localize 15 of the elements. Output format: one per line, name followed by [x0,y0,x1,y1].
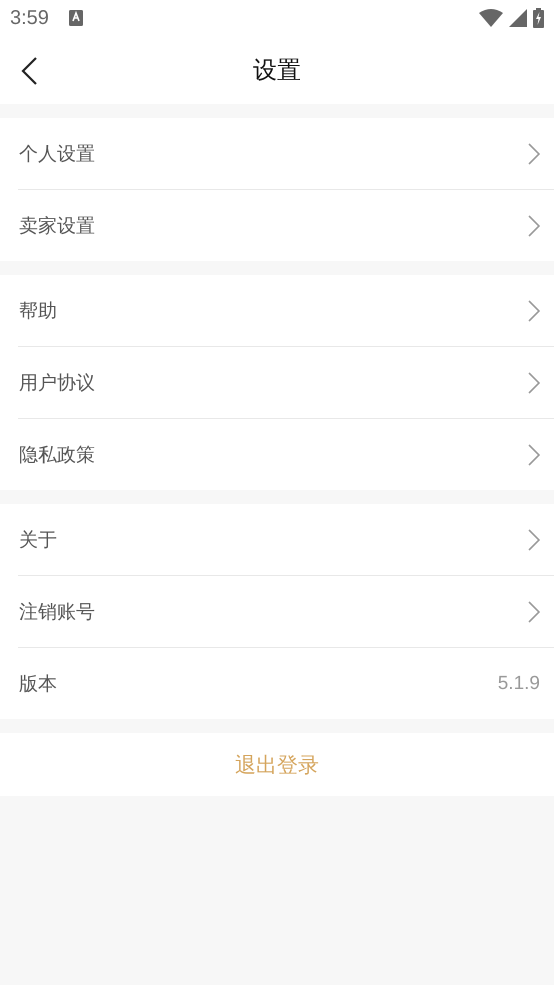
keyboard-notification-icon [68,10,83,26]
status-time: 3:59 [10,6,49,30]
chevron-right-icon [528,600,540,622]
chevron-right-icon [528,214,540,236]
chevron-right-icon [528,372,540,394]
chevron-right-icon [528,142,540,164]
chevron-right-icon [528,300,540,322]
signal-icon [509,9,527,27]
page-title: 设置 [253,55,301,86]
battery-charging-icon [533,8,544,28]
settings-label: 版本 [19,672,57,696]
version-number: 5.1.9 [498,672,540,694]
chevron-right-icon [528,528,540,550]
wifi-icon [479,9,503,27]
chevron-right-icon [528,444,540,466]
